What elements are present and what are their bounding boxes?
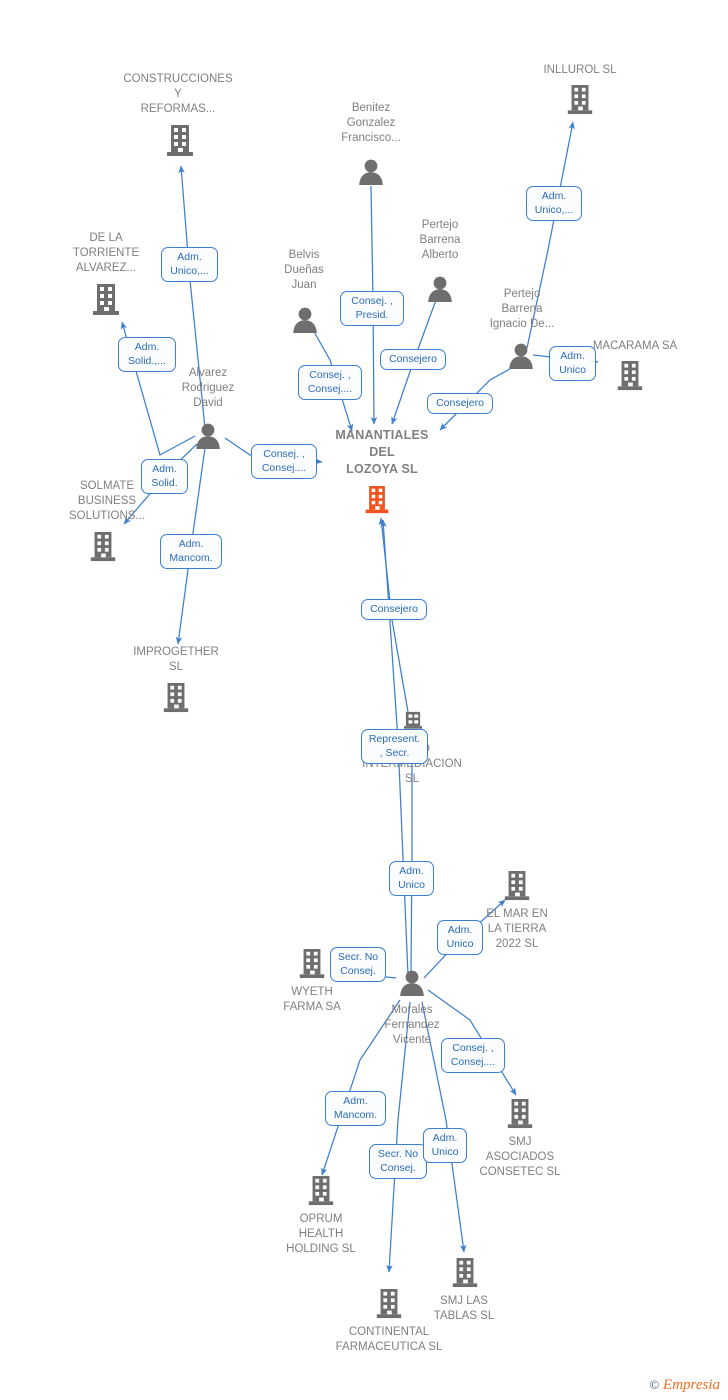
node-label: Pertejo Barrena Alberto (419, 219, 461, 261)
node-label: OPRUM HEALTH HOLDING SL (286, 1213, 356, 1255)
person-icon (293, 307, 317, 333)
brand-name: Empresia (663, 1377, 720, 1393)
company-icon (403, 711, 423, 729)
company-icon (299, 949, 325, 979)
relation-label-represent-secr-morales[interactable]: Represent. , Secr. (361, 729, 428, 764)
node-label: Benitez Gonzalez Francisco... (341, 102, 401, 144)
company-icon (163, 683, 189, 713)
node-label: CONSTRUCCIONES Y REFORMAS... (123, 73, 233, 115)
person-icon (428, 276, 452, 302)
company-icon (376, 1289, 402, 1319)
person-icon (359, 159, 383, 185)
relation-label-consejero-como-manantiales[interactable]: Consejero (361, 599, 427, 620)
relation-label-adm-solid-delatorriente[interactable]: Adm. Solid.,... (118, 337, 176, 372)
company-icon (167, 125, 193, 156)
relation-label-secr-no-consej-wyeth[interactable]: Secr. No Consej. (330, 947, 386, 982)
relation-label-consejero-pertejo-ignacio[interactable]: Consejero (427, 393, 493, 414)
person-icon (400, 970, 424, 996)
node-label: IMPROGETHER SL (133, 646, 219, 673)
node-label: Pertejo Barrena Ignacio De... (489, 288, 555, 330)
copyright-symbol: © (649, 1377, 660, 1392)
relation-label-adm-unico-smj-las-tablas[interactable]: Adm. Unico (423, 1128, 467, 1163)
node-label: WYETH FARMA SA (283, 986, 341, 1013)
company-icon (452, 1258, 478, 1288)
person-icon (196, 423, 220, 449)
node-label: Alvarez Rodriguez David (181, 367, 235, 409)
company-icon (567, 85, 593, 115)
node-label: CONTINENTAL FARMACEUTICA SL (335, 1326, 443, 1353)
relation-label-adm-unico-como[interactable]: Adm. Unico (389, 861, 434, 896)
watermark-empresia: © Empresia (649, 1377, 720, 1394)
relation-label-adm-unico-construcciones[interactable]: Adm. Unico,... (161, 247, 218, 282)
relation-label-consej-smj-asociados[interactable]: Consej. , Consej.... (441, 1038, 505, 1073)
relation-label-adm-mancom-improgether[interactable]: Adm. Mancom. (160, 534, 222, 569)
relation-label-adm-unico-macarama[interactable]: Adm. Unico (549, 346, 596, 381)
relation-label-adm-solid-solmate[interactable]: Adm. Solid. (141, 459, 188, 494)
company-icon (93, 284, 119, 315)
relation-label-consej-alvarez-manantiales[interactable]: Consej. , Consej.... (251, 444, 317, 479)
company-icon (617, 361, 643, 391)
node-label: SMJ ASOCIADOS CONSETEC SL (479, 1136, 561, 1178)
relation-label-adm-unico-elmar[interactable]: Adm. Unico (437, 920, 483, 955)
person-icon (509, 343, 533, 369)
company-icon (507, 1099, 533, 1129)
relation-label-consej-belvis-manantiales[interactable]: Consej. , Consej.... (298, 365, 362, 400)
node-label: SMJ LAS TABLAS SL (433, 1295, 495, 1322)
relation-label-consejero-pertejo-alberto[interactable]: Consejero (380, 349, 446, 370)
relation-label-secr-no-consej-continental[interactable]: Secr. No Consej. (369, 1144, 427, 1179)
relation-label-adm-mancom-oprum[interactable]: Adm. Mancom. (325, 1091, 386, 1126)
relation-label-consej-presid-benitez[interactable]: Consej. , Presid. (340, 291, 404, 326)
page-title: MANANTIALES DEL LOZOYA SL (335, 428, 429, 476)
edge-layer (120, 121, 599, 1273)
company-icon-focus (365, 486, 389, 514)
node-label: DE LA TORRIENTE ALVAREZ... (72, 232, 140, 274)
company-icon (504, 871, 530, 901)
node-label: INLLUROL SL (543, 64, 617, 76)
relationship-diagram-canvas: CONSTRUCCIONES Y REFORMAS... DE LA TORRI… (0, 0, 728, 1400)
company-icon (308, 1176, 334, 1206)
relation-label-adm-unico-inllurol[interactable]: Adm. Unico,... (526, 186, 582, 221)
company-icon (90, 532, 116, 562)
node-label: Belvis Dueñas Juan (284, 249, 324, 291)
